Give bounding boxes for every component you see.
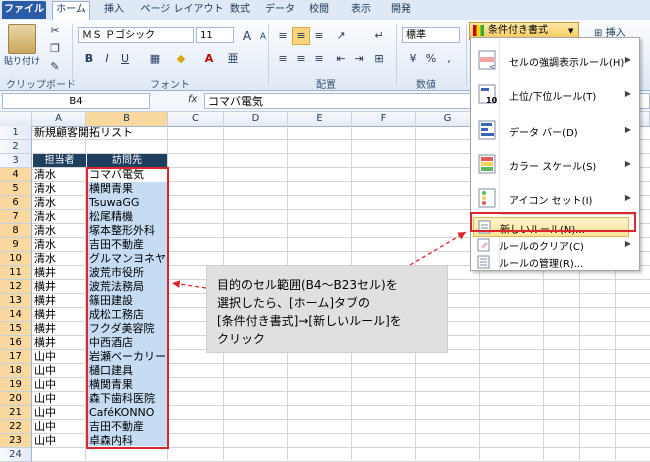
submenu-arrow-icon: ▶ <box>624 193 631 202</box>
submenu-arrow-icon: ▶ <box>624 125 631 134</box>
submenu-arrow-icon: ▶ <box>624 159 631 168</box>
menu-item-color-scales[interactable]: カラー スケール(S) ▶ <box>471 148 639 180</box>
color-scales-icon <box>478 154 496 174</box>
data-bars-icon <box>478 120 496 140</box>
menu-item-label: カラー スケール(S) <box>509 162 597 173</box>
menu-item-label: ルールの管理(R)... <box>499 259 584 270</box>
menu-item-manage-rules[interactable]: ルールの管理(R)... <box>471 253 639 270</box>
icon-sets-icon <box>478 188 496 208</box>
menu-item-label: 上位/下位ルール(T) <box>509 92 597 103</box>
submenu-arrow-icon: ▶ <box>624 89 631 98</box>
menu-item-icon-sets[interactable]: アイコン セット(I) ▶ <box>471 182 639 214</box>
menu-item-top-bottom-rules[interactable]: 10 上位/下位ルール(T) ▶ <box>471 78 639 110</box>
menu-item-label: アイコン セット(I) <box>509 196 593 207</box>
svg-text:10: 10 <box>486 96 498 105</box>
conditional-formatting-menu: < セルの強調表示ルール(H) ▶ 10 上位/下位ルール(T) ▶ データ バ… <box>470 37 640 271</box>
menu-item-label: ルールのクリア(C) <box>499 242 584 253</box>
arrow-to-range <box>171 280 207 289</box>
arrow-to-new-rule <box>409 231 467 266</box>
svg-text:<: < <box>489 63 495 71</box>
menu-item-clear-rules[interactable]: ルールのクリア(C) ▶ <box>471 236 639 253</box>
menu-item-label: セルの強調表示ルール(H) <box>509 58 625 69</box>
manage-rules-icon <box>477 255 490 269</box>
menu-item-label: データ バー(D) <box>509 128 578 139</box>
highlight-rules-icon: < <box>478 50 496 71</box>
submenu-arrow-icon: ▶ <box>624 239 631 248</box>
new-rule-highlight <box>470 212 636 232</box>
submenu-arrow-icon: ▶ <box>624 55 631 64</box>
menu-item-data-bars[interactable]: データ バー(D) ▶ <box>471 114 639 146</box>
clear-rules-icon <box>477 238 490 252</box>
menu-item-highlight-rules[interactable]: < セルの強調表示ルール(H) ▶ <box>471 44 639 76</box>
top-bottom-rules-icon: 10 <box>478 84 498 105</box>
